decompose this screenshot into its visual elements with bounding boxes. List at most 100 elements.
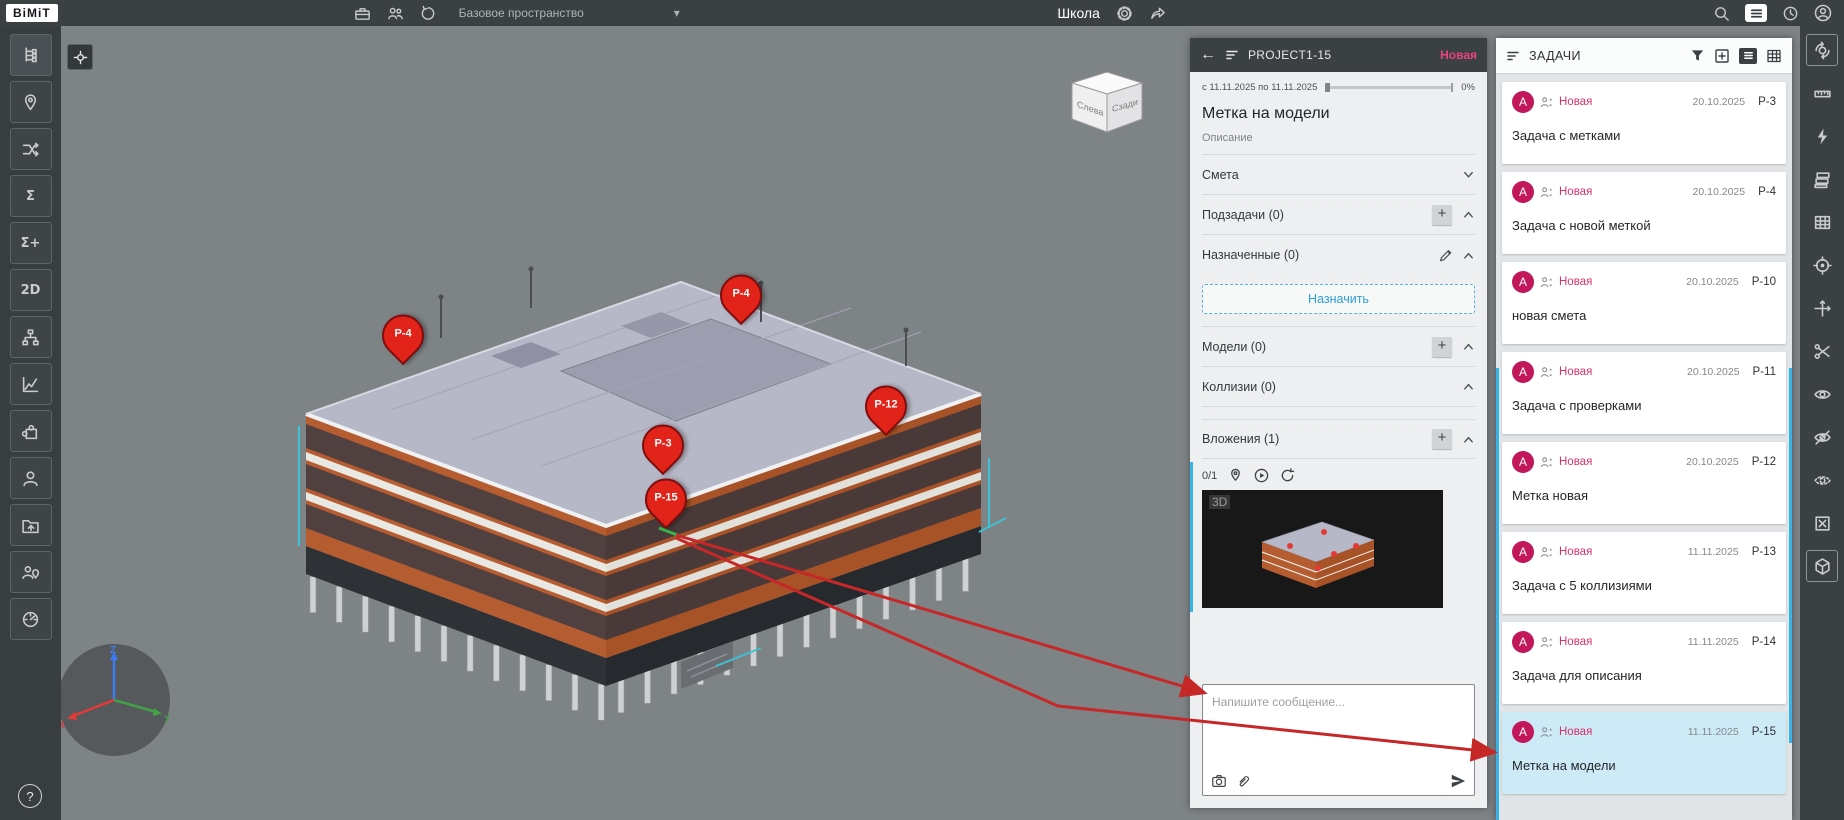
add-attachment-button[interactable]: + xyxy=(1432,429,1452,449)
camera-icon[interactable] xyxy=(1211,773,1227,789)
section-estimate[interactable]: Смета xyxy=(1202,155,1475,195)
search-icon[interactable] xyxy=(1713,5,1730,22)
section-collisions[interactable]: Коллизии (0) xyxy=(1202,367,1475,407)
progress-value: 0% xyxy=(1461,82,1475,93)
history-button[interactable] xyxy=(420,5,437,22)
map-pin[interactable]: Р-3 xyxy=(642,425,684,467)
visibility-button[interactable] xyxy=(1806,378,1838,410)
chevron-down-icon[interactable] xyxy=(1462,168,1475,181)
user-avatar-button[interactable] xyxy=(1814,4,1832,22)
sort-list-icon[interactable] xyxy=(1225,48,1239,62)
add-task-icon[interactable] xyxy=(1714,48,1730,64)
task-card[interactable]: A Новая 20.10.2025 Р-3 Задача с метками xyxy=(1502,82,1786,164)
filter-icon[interactable] xyxy=(1690,48,1705,63)
workspace-dropdown[interactable]: Базовое пространство ▾ xyxy=(459,6,680,20)
section-attachments[interactable]: Вложения (1) + xyxy=(1202,419,1475,459)
task-card[interactable]: A Новая 20.10.2025 Р-12 Метка новая xyxy=(1502,442,1786,524)
navigation-cube[interactable]: Слева Сзади xyxy=(1061,68,1153,140)
tasks-scroll-indicator-left[interactable] xyxy=(1496,368,1499,820)
task-card[interactable]: A Новая 11.11.2025 Р-15 Метка на модели xyxy=(1502,712,1786,794)
task-card[interactable]: A Новая 20.10.2025 Р-4 Задача с новой ме… xyxy=(1502,172,1786,254)
quick-actions-button[interactable] xyxy=(1806,120,1838,152)
task-date: 20.10.2025 xyxy=(1687,366,1740,378)
view-cards-button[interactable] xyxy=(1739,48,1757,64)
charts-button[interactable] xyxy=(10,363,52,405)
share-button[interactable] xyxy=(1149,5,1166,22)
projects-folder-button[interactable] xyxy=(10,504,52,546)
layers-button[interactable] xyxy=(1806,163,1838,195)
topbar: BiMiT Базовое пространство ▾ Школа xyxy=(0,0,1844,26)
chevron-up-icon[interactable] xyxy=(1462,249,1475,262)
add-model-button[interactable]: + xyxy=(1432,337,1452,357)
task-card[interactable]: A Новая 11.11.2025 Р-14 Задача для описа… xyxy=(1502,622,1786,704)
chevron-up-icon[interactable] xyxy=(1462,380,1475,393)
task-id: Р-11 xyxy=(1753,366,1776,378)
app-logo[interactable]: BiMiT xyxy=(6,4,58,22)
section-subtasks[interactable]: Подзадачи (0) + xyxy=(1202,195,1475,235)
orbit-button[interactable] xyxy=(1806,34,1838,66)
clash-paths-button[interactable] xyxy=(10,128,52,170)
toolbox-button[interactable] xyxy=(354,5,371,22)
panel-resize-handle[interactable] xyxy=(1190,462,1193,612)
clear-selection-button[interactable] xyxy=(1806,507,1838,539)
description-label[interactable]: Описание xyxy=(1202,132,1475,155)
panel-list-toggle[interactable] xyxy=(1745,4,1767,22)
map-pin[interactable]: Р-15 xyxy=(645,479,687,521)
locate-target-button[interactable] xyxy=(1806,249,1838,281)
view-2d-button[interactable]: 2D xyxy=(10,269,52,311)
paperclip-icon[interactable] xyxy=(1236,774,1251,789)
refresh-icon[interactable] xyxy=(1280,468,1295,483)
task-title: Задача с метками xyxy=(1512,128,1776,143)
section-cut-button[interactable] xyxy=(1806,335,1838,367)
chevron-up-icon[interactable] xyxy=(1462,433,1475,446)
focus-model-button[interactable] xyxy=(67,44,93,70)
axis-z-label: Z xyxy=(110,645,116,656)
play-icon[interactable] xyxy=(1254,468,1269,483)
settings-gear-button[interactable] xyxy=(1116,5,1133,22)
gauge-button[interactable] xyxy=(10,598,52,640)
chevron-up-icon[interactable] xyxy=(1462,208,1475,221)
status-badge[interactable]: Новая xyxy=(1440,48,1477,62)
pin-attachment-icon[interactable] xyxy=(1228,468,1243,483)
task-card[interactable]: A Новая 20.10.2025 Р-10 новая смета xyxy=(1502,262,1786,344)
pencil-icon[interactable] xyxy=(1438,248,1452,262)
team-button[interactable] xyxy=(387,5,404,22)
back-button[interactable]: ← xyxy=(1200,46,1216,64)
map-pin[interactable]: Р-4 xyxy=(382,315,424,357)
sum-add-button[interactable]: Σ+ xyxy=(10,222,52,264)
task-card[interactable]: A Новая 11.11.2025 Р-13 Задача с 5 колли… xyxy=(1502,532,1786,614)
map-pin[interactable]: Р-4 xyxy=(720,275,762,317)
hide-button[interactable] xyxy=(1806,421,1838,453)
right-toolbar xyxy=(1800,26,1844,820)
task-card[interactable]: A Новая 20.10.2025 Р-11 Задача с проверк… xyxy=(1502,352,1786,434)
clock-icon[interactable] xyxy=(1782,5,1799,22)
section-models[interactable]: Модели (0) + xyxy=(1202,327,1475,367)
section-assigned[interactable]: Назначенные (0) xyxy=(1202,235,1475,275)
attachment-thumbnail[interactable]: 3D xyxy=(1202,490,1443,608)
grid-table-button[interactable] xyxy=(1806,206,1838,238)
axes-button[interactable] xyxy=(1806,292,1838,324)
members-button[interactable] xyxy=(10,457,52,499)
progress-track[interactable] xyxy=(1325,86,1453,89)
isolate-button[interactable] xyxy=(1806,464,1838,496)
send-icon[interactable] xyxy=(1450,773,1466,789)
sum-button[interactable]: Σ xyxy=(10,175,52,217)
view-table-button[interactable] xyxy=(1766,48,1782,64)
assign-button[interactable]: Назначить xyxy=(1202,284,1475,314)
structure-button[interactable] xyxy=(10,316,52,358)
task-avatar: A xyxy=(1512,541,1534,563)
tasks-scrollbar[interactable] xyxy=(1789,368,1792,743)
add-subtask-button[interactable]: + xyxy=(1432,205,1452,225)
message-placeholder: Напишите сообщение... xyxy=(1212,695,1345,709)
message-input[interactable]: Напишите сообщение... xyxy=(1202,684,1475,796)
model-tree-button[interactable] xyxy=(10,34,52,76)
geo-members-button[interactable] xyxy=(10,551,52,593)
axis-gizmo[interactable]: Z X Y xyxy=(61,642,176,762)
map-pin[interactable]: Р-12 xyxy=(865,386,907,428)
plugins-button[interactable] xyxy=(10,410,52,452)
pin-select-button[interactable] xyxy=(10,81,52,123)
measure-button[interactable] xyxy=(1806,77,1838,109)
chevron-up-icon[interactable] xyxy=(1462,340,1475,353)
axes-cube-button[interactable] xyxy=(1806,550,1838,582)
help-button[interactable]: ? xyxy=(18,784,42,808)
